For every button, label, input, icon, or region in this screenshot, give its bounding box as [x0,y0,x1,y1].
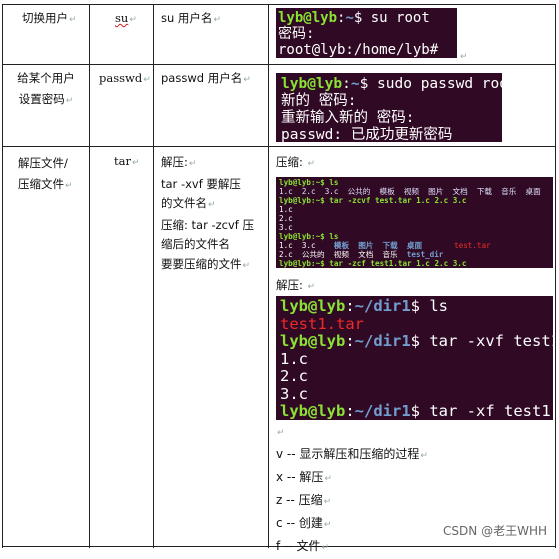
row1-description: 切换用户↵ [22,11,77,25]
terminal-line: 密码: [278,26,315,42]
row1-usage: su 用户名↵ [161,11,221,25]
terminal-line: 2.c [279,214,293,223]
col-border [153,4,154,548]
usage-line: 压缩: tar -zcvf 压 [161,217,254,232]
terminal-line: lyb@lyb:~$ ls [279,178,339,187]
terminal-line: 新的 密码: [281,93,357,109]
list-item: z -- 压缩↵ [276,493,332,507]
description-line: 解压文件/ [18,156,68,170]
row-border [2,146,556,147]
description-line: 压缩文件↵ [18,177,73,191]
terminal-line: passwd: 已成功更新密码 [281,127,453,142]
row2-description: 给某个用户 设置密码↵ [14,70,78,109]
description-line: 给某个用户 [17,71,75,85]
terminal-tar-extract: lyb@lyb:~/dir1$ ls test1.tar lyb@lyb:~/d… [276,296,553,420]
usage-line: tar -xvf 要解压 [161,176,241,191]
terminal-line: 1.c 3.c 模板 图片 下载 桌面 test.tar [279,241,491,250]
list-item: x -- 解压↵ [276,470,332,484]
usage-line: 的文件名↵ [161,196,216,210]
terminal-line: 1.c [279,205,293,214]
usage-line: 解压:↵ [161,155,197,169]
terminal-line: lyb@lyb:~/dir1$ tar -xf test1.t [280,402,553,420]
terminal-line: 1.c [280,349,308,368]
col-border [2,4,3,548]
row3-command: tar↵ [114,154,140,168]
watermark: CSDN @老王WHH [443,524,547,538]
terminal-su: lyb@lyb:~$ su root 密码: root@lyb:/home/ly… [276,8,457,58]
usage-line: 要要压缩的文件↵ [161,256,251,271]
compress-label: 压缩: ↵ [276,155,316,169]
terminal-line: lyb@lyb:~$ tar -zcf test1.tar 1.c 2.c 3.… [279,259,467,268]
list-item: f -- 文件↵ [276,539,330,553]
terminal-line: 3.c [280,384,308,403]
terminal-line: lyb@lyb:~$ sudo passwd root [281,76,502,92]
terminal-line: 1.c 2.c 3.c 公共的 模板 视频 图片 文档 下载 音乐 桌面 [279,187,541,196]
row-border [2,64,556,65]
terminal-line: 2.c 公共的 视频 文档 音乐 test_dir [279,250,444,259]
terminal-line: lyb@lyb:~$ su root [278,10,430,26]
terminal-passwd: lyb@lyb:~$ sudo passwd root 新的 密码: 重新输入新… [276,73,502,142]
terminal-line: test1.tar [280,314,364,333]
description-line: 设置密码↵ [18,92,74,106]
terminal-tar-compress: lyb@lyb:~$ ls 1.c 2.c 3.c 公共的 模板 视频 图片 文… [276,177,553,268]
list-item: v -- 显示解压和压缩的过程↵ [276,447,428,461]
col-border [89,4,90,548]
terminal-line: lyb@lyb:~/dir1$ ls [280,297,449,315]
row3-usage: 解压:↵ tar -xvf 要解压 的文件名↵ 压缩: tar -zcvf 压 … [161,153,254,276]
terminal-line: 2.c [280,367,308,385]
list-item: c -- 创建↵ [276,516,332,530]
list-item: ↵ [277,428,285,438]
row3-description: 解压文件/ 压缩文件↵ [18,153,73,197]
terminal-line: root@lyb:/home/lyb# [278,42,439,58]
extract-label: 解压: ↵ [276,278,316,292]
col-border [555,4,556,548]
terminal-line: lyb@lyb:~/dir1$ tar -xvf test1. [280,332,553,350]
usage-line: 缩后的文件名 [161,237,230,251]
col-border [268,4,269,548]
row2-usage: passwd 用户名↵ [161,71,251,85]
terminal-line: 3.c [279,223,293,232]
row-border [2,4,556,5]
terminal-line: 重新输入新的 密码: [281,110,415,126]
tar-options-list: ↵ v -- 显示解压和压缩的过程↵ x -- 解压↵ z -- 压缩↵ c -… [276,421,428,559]
row1-command: su↵ [115,11,137,25]
terminal-line: lyb@lyb:~$ tar -zcvf test.tar 1.c 2.c 3.… [279,196,467,205]
row2-command: passwd↵ [99,71,151,85]
terminal-line: lyb@lyb:~$ ls [279,232,339,241]
